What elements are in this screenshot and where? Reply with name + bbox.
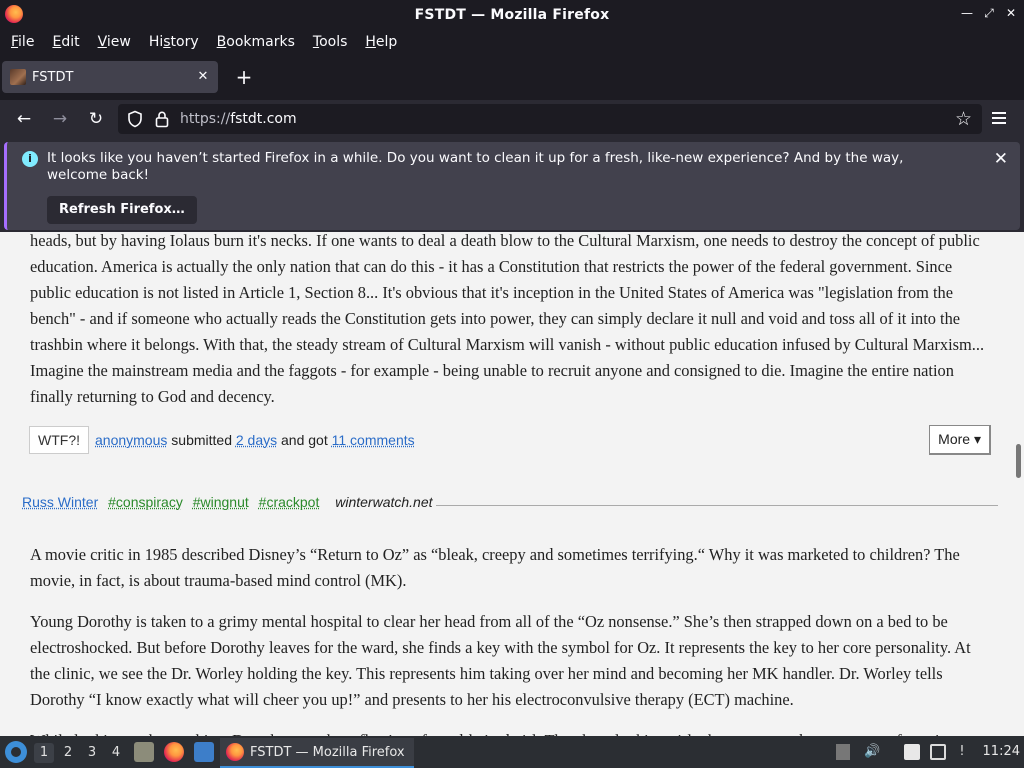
page-content: heads, but by having Iolaus burn it's ne… <box>0 232 1014 736</box>
submitted-text: submitted <box>171 432 232 448</box>
bookmark-star-icon[interactable]: ☆ <box>955 108 972 130</box>
info-icon: i <box>22 151 38 167</box>
app-menu-icon[interactable] <box>990 110 1008 128</box>
wtf-button[interactable]: WTF?! <box>29 426 89 454</box>
post-paragraph: A movie critic in 1985 described Disney’… <box>30 545 960 590</box>
tab-title: FSTDT <box>32 69 74 85</box>
tab-bar: FSTDT ✕ + <box>0 54 1024 100</box>
tray-scroll-icon[interactable] <box>836 744 850 760</box>
maximize-icon[interactable]: ⤢ <box>982 6 996 20</box>
url-bar[interactable]: https://fstdt.com ☆ <box>118 104 982 134</box>
post-paragraph: While looking at the machine, Dorothy se… <box>30 728 992 736</box>
menu-bookmarks[interactable]: Bookmarks <box>210 34 302 50</box>
window-titlebar: FSTDT — Mozilla Firefox — ⤢ ✕ <box>0 0 1024 29</box>
workspace-4[interactable]: 4 <box>106 743 126 763</box>
time-link[interactable]: 2 days <box>236 432 277 448</box>
file-manager-icon[interactable] <box>134 742 154 762</box>
navigation-bar: ← → ↻ https://fstdt.com ☆ <box>0 100 1024 138</box>
fstdt-favicon-icon <box>10 69 26 85</box>
refresh-firefox-button[interactable]: Refresh Firefox… <box>47 196 197 224</box>
clock: 11:24 <box>982 744 1020 759</box>
firefox-logo-icon <box>5 5 23 23</box>
taskbar-firefox-window[interactable]: FSTDT — Mozilla Firefox <box>220 738 414 768</box>
comments-link[interactable]: 11 comments <box>332 432 415 448</box>
menu-view[interactable]: View <box>91 34 138 50</box>
author-link[interactable]: anonymous <box>95 432 167 448</box>
url-text[interactable]: https://fstdt.com <box>180 111 297 127</box>
minimize-icon[interactable]: — <box>960 6 974 20</box>
url-scheme: https:// <box>180 111 231 127</box>
post-header: Russ Winter #conspiracy #wingnut #crackp… <box>22 494 998 516</box>
volume-icon[interactable]: 🔊 <box>864 744 880 760</box>
tab-fstdt[interactable]: FSTDT ✕ <box>2 61 218 93</box>
close-notification-icon[interactable]: ✕ <box>994 149 1008 169</box>
notification-message: It looks like you haven’t started Firefo… <box>47 150 904 183</box>
menu-help[interactable]: Help <box>358 34 404 50</box>
workspace-3[interactable]: 3 <box>82 743 102 763</box>
new-tab-icon[interactable]: + <box>234 67 254 87</box>
show-desktop-icon[interactable] <box>194 742 214 762</box>
close-tab-icon[interactable]: ✕ <box>194 68 212 86</box>
window-controls: — ⤢ ✕ <box>960 6 1018 20</box>
page-scrollbar[interactable] <box>1014 232 1024 736</box>
notification-bar: i It looks like you haven’t started Fire… <box>4 142 1020 230</box>
author-link[interactable]: Russ Winter <box>22 494 98 510</box>
window-title: FSTDT — Mozilla Firefox <box>414 6 610 23</box>
reload-icon[interactable]: ↻ <box>85 108 107 130</box>
firefox-icon <box>226 743 244 761</box>
workspace-1[interactable]: 1 <box>34 743 54 763</box>
forward-arrow-icon[interactable]: → <box>49 108 71 130</box>
back-arrow-icon[interactable]: ← <box>13 108 35 130</box>
tag-link[interactable]: #conspiracy <box>108 494 183 510</box>
task-label: FSTDT — Mozilla Firefox <box>250 744 405 760</box>
scrollbar-thumb[interactable] <box>1016 444 1021 478</box>
tag-link[interactable]: #crackpot <box>259 494 320 510</box>
network-icon[interactable] <box>930 744 946 760</box>
menu-file[interactable]: File <box>4 34 41 50</box>
menu-bar: File Edit View History Bookmarks Tools H… <box>0 29 1024 54</box>
desktop-taskbar: 1 2 3 4 FSTDT — Mozilla Firefox 🔊 ! 11:2… <box>0 736 1024 768</box>
menu-history[interactable]: History <box>142 34 206 50</box>
post-text: heads, but by having Iolaus burn it's ne… <box>30 232 985 406</box>
post-meta-text: anonymous submitted 2 days and got 11 co… <box>95 432 415 448</box>
notification-tray-icon[interactable]: ! <box>954 744 970 760</box>
post-paragraph: Young Dorothy is taken to a grimy mental… <box>30 612 971 709</box>
post-meta: WTF?! anonymous submitted 2 days and got… <box>29 425 991 456</box>
tag-link[interactable]: #wingnut <box>193 494 249 510</box>
got-text: and got <box>281 432 328 448</box>
firefox-launcher-icon[interactable] <box>164 742 184 762</box>
close-window-icon[interactable]: ✕ <box>1004 6 1018 20</box>
menu-edit[interactable]: Edit <box>45 34 86 50</box>
more-button[interactable]: More ▾ <box>929 425 991 455</box>
url-host: fstdt.com <box>230 111 297 127</box>
lock-icon[interactable] <box>154 110 170 128</box>
menu-tools[interactable]: Tools <box>306 34 355 50</box>
workspace-2[interactable]: 2 <box>58 743 78 763</box>
start-menu-icon[interactable] <box>5 741 27 763</box>
divider <box>436 505 998 506</box>
source-domain: winterwatch.net <box>335 494 433 510</box>
tracking-protection-shield-icon[interactable] <box>126 110 144 128</box>
clipboard-icon[interactable] <box>904 744 920 760</box>
